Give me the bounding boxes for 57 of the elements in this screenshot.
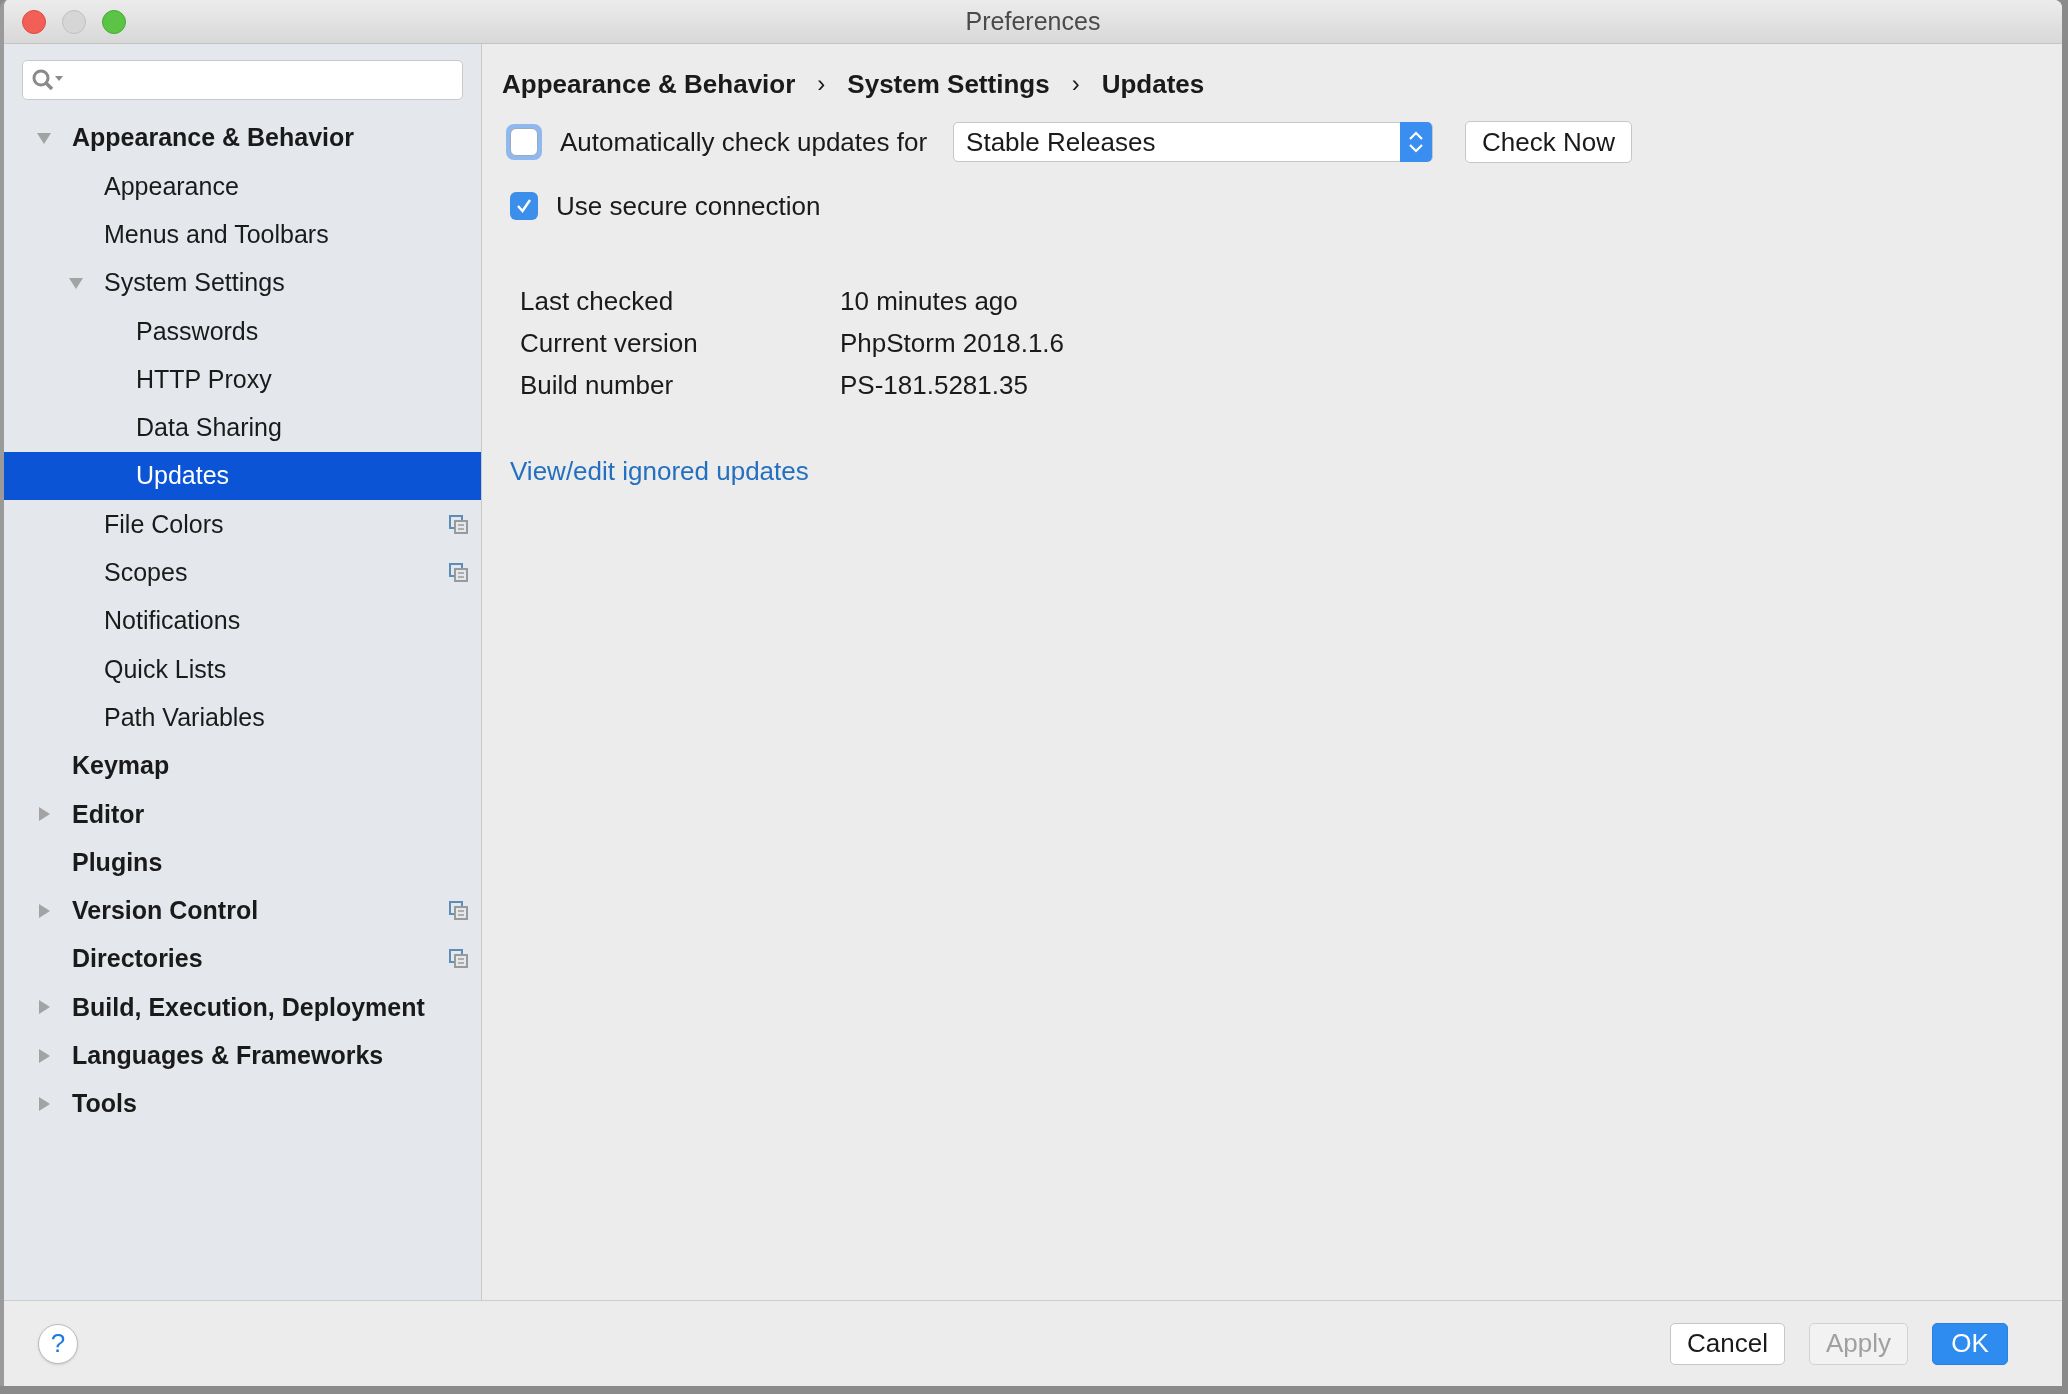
- expand-arrow-icon[interactable]: [36, 1047, 52, 1064]
- expand-arrow-icon[interactable]: [36, 999, 52, 1016]
- checkmark-icon: [515, 197, 533, 215]
- info-value: 10 minutes ago: [840, 284, 1018, 318]
- copy-icon: [449, 949, 469, 970]
- checkbox-label: Use secure connection: [556, 189, 821, 223]
- info-value: PhpStorm 2018.1.6: [840, 326, 1065, 360]
- tree-item[interactable]: Directories: [4, 935, 481, 984]
- dialog-button[interactable]: Cancel: [1670, 1322, 1785, 1365]
- tree-item[interactable]: Editor: [4, 790, 481, 839]
- breadcrumb-item: System Settings: [847, 67, 1050, 101]
- tree-item[interactable]: Path Variables: [4, 693, 481, 742]
- tree-item[interactable]: Menus and Toolbars: [4, 210, 481, 259]
- channel-dropdown[interactable]: Stable Releases: [953, 122, 1434, 162]
- tree-item[interactable]: Notifications: [4, 596, 481, 646]
- info-label: Current version: [520, 326, 699, 360]
- tree-item[interactable]: Tools: [4, 1079, 481, 1129]
- tree-item[interactable]: Data Sharing: [4, 403, 481, 453]
- tree-item[interactable]: Version Control: [4, 886, 481, 936]
- search-icon: [31, 68, 65, 92]
- tree-item[interactable]: Languages & Frameworks: [4, 1031, 481, 1080]
- ignored-updates-link[interactable]: View/edit ignored updates: [510, 456, 809, 486]
- expand-arrow-icon[interactable]: [36, 902, 52, 919]
- tree-item[interactable]: Quick Lists: [4, 645, 481, 694]
- checkbox-label: Automatically check updates for: [560, 125, 928, 159]
- minimize-button[interactable]: [62, 9, 86, 34]
- breadcrumb-item: Appearance & Behavior: [502, 67, 796, 101]
- check-now-button[interactable]: Check Now: [1465, 121, 1632, 163]
- breadcrumb-item: Updates: [1101, 67, 1205, 101]
- expand-arrow-icon[interactable]: [36, 1096, 52, 1113]
- tree-item[interactable]: HTTP Proxy: [4, 355, 481, 404]
- tree-item[interactable]: Passwords: [4, 307, 481, 356]
- dropdown-arrows-icon: [1400, 122, 1433, 162]
- tree-item[interactable]: Appearance: [4, 162, 481, 211]
- tree-item[interactable]: File Colors: [4, 500, 481, 549]
- close-button[interactable]: [22, 9, 46, 34]
- info-value: PS-181.5281.35: [840, 368, 1028, 402]
- info-label: Build number: [520, 368, 675, 402]
- breadcrumb-separator: ›: [1071, 69, 1080, 99]
- checkbox[interactable]: [510, 192, 538, 220]
- copy-icon: [449, 562, 469, 583]
- tree-item[interactable]: Updates: [4, 452, 481, 501]
- expand-arrow-icon[interactable]: [36, 806, 52, 823]
- tree-item[interactable]: Keymap: [4, 741, 481, 791]
- tree-item[interactable]: Build, Execution, Deployment: [4, 983, 481, 1032]
- copy-icon: [449, 900, 469, 921]
- window-title: Preferences: [965, 5, 1101, 37]
- search-field[interactable]: [22, 60, 463, 100]
- tree-item[interactable]: Appearance & Behavior: [4, 114, 481, 163]
- tree-item[interactable]: Scopes: [4, 548, 481, 597]
- copy-icon: [449, 514, 469, 535]
- tree-item[interactable]: Plugins: [4, 838, 481, 887]
- info-label: Last checked: [520, 284, 675, 318]
- tree-item[interactable]: System Settings: [4, 258, 481, 308]
- zoom-button[interactable]: [102, 9, 126, 34]
- help-button[interactable]: ?: [38, 1323, 78, 1364]
- breadcrumb-separator: ›: [817, 69, 826, 99]
